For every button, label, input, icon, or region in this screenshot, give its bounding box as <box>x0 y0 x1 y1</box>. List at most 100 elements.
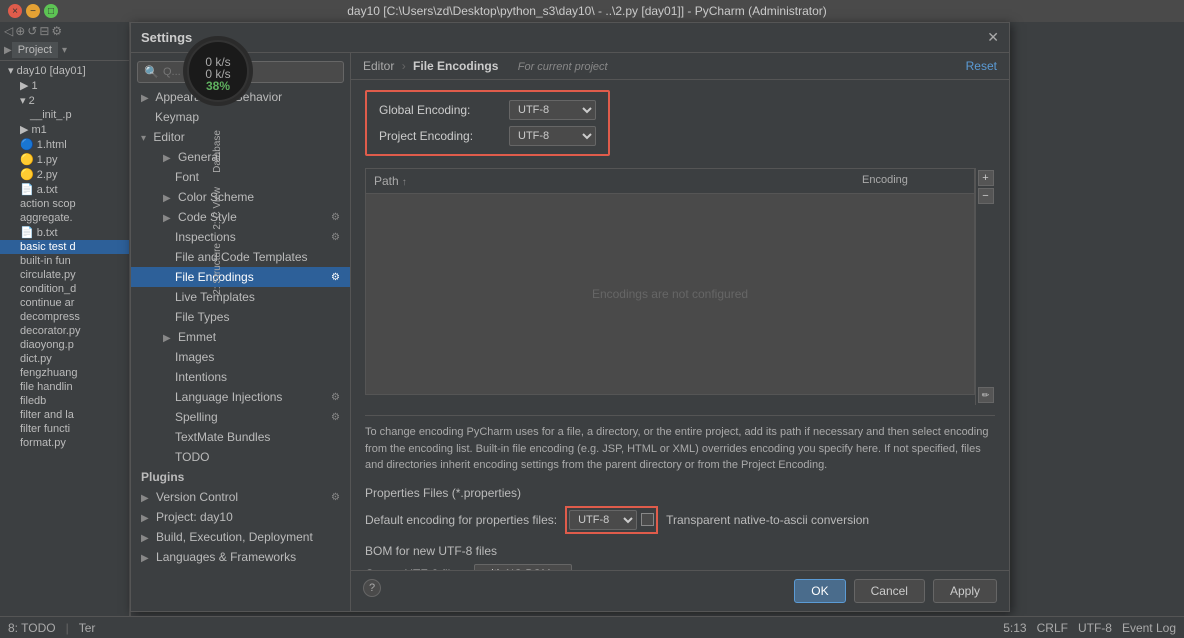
sidebar-item-filetemplates[interactable]: File and Code Templates <box>131 247 350 267</box>
status-terminal[interactable]: Ter <box>79 621 96 635</box>
settings-close-icon[interactable]: ✕ <box>987 29 999 46</box>
add-row-button[interactable]: + <box>978 170 994 186</box>
breadcrumb-separator: › <box>402 59 406 73</box>
status-todo[interactable]: 8: TODO <box>8 621 56 635</box>
file-tree-panel: ◁ ⊕ ↺ ⊟ ⚙ ▶ Project ▾ ▾ day10 [day01] ▶ … <box>0 22 130 638</box>
reset-button[interactable]: Reset <box>966 59 997 73</box>
tree-item-filterfuncti[interactable]: filter functi <box>0 422 129 436</box>
tree-item-diaoyong[interactable]: diaoyong.p <box>0 338 129 352</box>
sidebar-item-inspections[interactable]: Inspections ⚙ <box>131 227 350 247</box>
maximize-button[interactable]: □ <box>44 4 58 18</box>
sidebar-item-colorscheme[interactable]: ▶ Color Scheme <box>131 187 350 207</box>
sidebar-item-images[interactable]: Images <box>131 347 350 367</box>
tree-item-decompress[interactable]: decompress <box>0 310 129 324</box>
sidebar-item-build[interactable]: ▶ Build, Execution, Deployment <box>131 527 350 547</box>
project-label[interactable]: Project <box>12 42 58 58</box>
sidebar-item-versioncontrol[interactable]: ▶ Version Control ⚙ <box>131 487 350 507</box>
tree-item-filedb[interactable]: filedb <box>0 394 129 408</box>
tree-item-continue[interactable]: continue ar <box>0 296 129 310</box>
description-text: To change encoding PyCharm uses for a fi… <box>365 415 995 474</box>
close-button[interactable]: × <box>8 4 22 18</box>
sidebar-item-keymap[interactable]: Keymap <box>131 107 350 127</box>
sidebar-item-languageinjections[interactable]: Language Injections ⚙ <box>131 387 350 407</box>
sidebar-item-intentions[interactable]: Intentions <box>131 367 350 387</box>
tree-item-basictest[interactable]: basic test d <box>0 240 129 254</box>
sidebar-item-livetemplates[interactable]: Live Templates <box>131 287 350 307</box>
sidebar-item-spelling[interactable]: Spelling ⚙ <box>131 407 350 427</box>
project-encoding-select[interactable]: UTF-8 UTF-16 ISO-8859-1 <box>509 126 596 146</box>
cancel-button[interactable]: Cancel <box>854 579 925 603</box>
sidebar-item-codestyle[interactable]: ▶ Code Style ⚙ <box>131 207 350 227</box>
tree-item-atxt[interactable]: 📄 a.txt <box>0 182 129 197</box>
languageinjections-gear-icon: ⚙ <box>331 392 340 403</box>
tree-item-2py[interactable]: 🟡 2.py <box>0 167 129 182</box>
tree-item-2[interactable]: ▾ 2 <box>0 93 129 108</box>
toolbar: ◁ ⊕ ↺ ⊟ ⚙ <box>0 22 129 40</box>
window-controls[interactable]: × − □ <box>8 4 58 18</box>
properties-encoding-select[interactable]: UTF-8 UTF-16 <box>569 510 637 530</box>
spelling-gear-icon: ⚙ <box>331 412 340 423</box>
transparent-checkbox[interactable] <box>641 513 654 526</box>
vc-arrow-icon: ▶ <box>141 493 149 504</box>
tree-item-aggregate[interactable]: aggregate. <box>0 211 129 225</box>
breadcrumb: Editor › File Encodings For current proj… <box>363 59 608 73</box>
global-encoding-select[interactable]: UTF-8 UTF-16 ISO-8859-1 <box>509 100 596 120</box>
event-log[interactable]: Event Log <box>1122 621 1176 635</box>
table-empty-message: Encodings are not configured <box>366 194 974 394</box>
tree-item-fengzhuang[interactable]: fengzhuang <box>0 366 129 380</box>
codestyle-arrow-icon: ▶ <box>163 213 171 224</box>
codestyle-gear-icon: ⚙ <box>331 212 340 223</box>
ok-button[interactable]: OK <box>794 579 845 603</box>
sidebar-item-emmet[interactable]: ▶ Emmet <box>131 327 350 347</box>
vc-gear-icon: ⚙ <box>331 492 340 503</box>
sidebar-item-general[interactable]: ▶ General <box>131 147 350 167</box>
tree-item-init[interactable]: __init_.p <box>0 108 129 122</box>
tree-item-action[interactable]: action scop <box>0 197 129 211</box>
sidebar-item-languages[interactable]: ▶ Languages & Frameworks <box>131 547 350 567</box>
tree-item-m1[interactable]: ▶ m1 <box>0 122 129 137</box>
sidebar-tab-structure[interactable]: 2: Structure <box>212 243 223 295</box>
sidebar-item-textmatebundles[interactable]: TextMate Bundles <box>131 427 350 447</box>
apply-button[interactable]: Apply <box>933 579 997 603</box>
sidebar-item-todo[interactable]: TODO <box>131 447 350 467</box>
sidebar-category-plugins[interactable]: Plugins <box>131 467 350 487</box>
content-header: Editor › File Encodings For current proj… <box>351 53 1009 80</box>
sidebar-item-filetypes[interactable]: File Types <box>131 307 350 327</box>
minimize-button[interactable]: − <box>26 4 40 18</box>
inspections-gear-icon: ⚙ <box>331 232 340 243</box>
lang-arrow-icon: ▶ <box>141 553 149 564</box>
sidebar-item-project[interactable]: ▶ Project: day10 <box>131 507 350 527</box>
sidebar-item-font[interactable]: Font <box>131 167 350 187</box>
svg-text:38%: 38% <box>205 79 229 93</box>
arrow-icon: ▶ <box>141 93 149 104</box>
remove-row-button[interactable]: − <box>978 188 994 204</box>
emmet-arrow-icon: ▶ <box>163 333 171 344</box>
tree-item-filehandling[interactable]: file handlin <box>0 380 129 394</box>
tree-item-condition[interactable]: condition_d <box>0 282 129 296</box>
sidebar-item-fileencodings[interactable]: File Encodings ⚙ <box>131 267 350 287</box>
edit-row-button[interactable]: ✏ <box>978 387 994 403</box>
sidebar-tab-cview[interactable]: 2: C View <box>212 187 223 230</box>
tree-item-dict[interactable]: dict.py <box>0 352 129 366</box>
tree-item-day10[interactable]: ▾ day10 [day01] <box>0 63 129 78</box>
tree-item-decorator[interactable]: decorator.py <box>0 324 129 338</box>
tree-item-1py[interactable]: 🟡 1.py <box>0 152 129 167</box>
tree-item-btxt[interactable]: 📄 b.txt <box>0 225 129 240</box>
tree-item-1[interactable]: ▶ 1 <box>0 78 129 93</box>
status-charset: UTF-8 <box>1078 621 1112 635</box>
editor-arrow-icon: ▾ <box>141 133 146 144</box>
transparent-label: Transparent native-to-ascii conversion <box>666 513 869 527</box>
tree-item-1html[interactable]: 🔵 1.html <box>0 137 129 152</box>
tree-item-format[interactable]: format.py <box>0 436 129 450</box>
tree-item-circulate[interactable]: circulate.py <box>0 268 129 282</box>
sidebar-item-editor[interactable]: ▾ Editor <box>131 127 350 147</box>
sidebar-tab-database[interactable]: Database <box>212 130 223 173</box>
main-layout: ◁ ⊕ ↺ ⊟ ⚙ ▶ Project ▾ ▾ day10 [day01] ▶ … <box>0 22 1184 638</box>
status-bar: 8: TODO | Ter 5:13 CRLF UTF-8 Event Log <box>0 616 1184 638</box>
encoding-column-header: Encoding <box>854 172 974 190</box>
breadcrumb-parent: Editor <box>363 59 394 73</box>
tree-item-builtin[interactable]: built-in fun <box>0 254 129 268</box>
help-button[interactable]: ? <box>363 579 381 597</box>
settings-header: Settings ✕ <box>131 23 1009 53</box>
tree-item-filter[interactable]: filter and la <box>0 408 129 422</box>
